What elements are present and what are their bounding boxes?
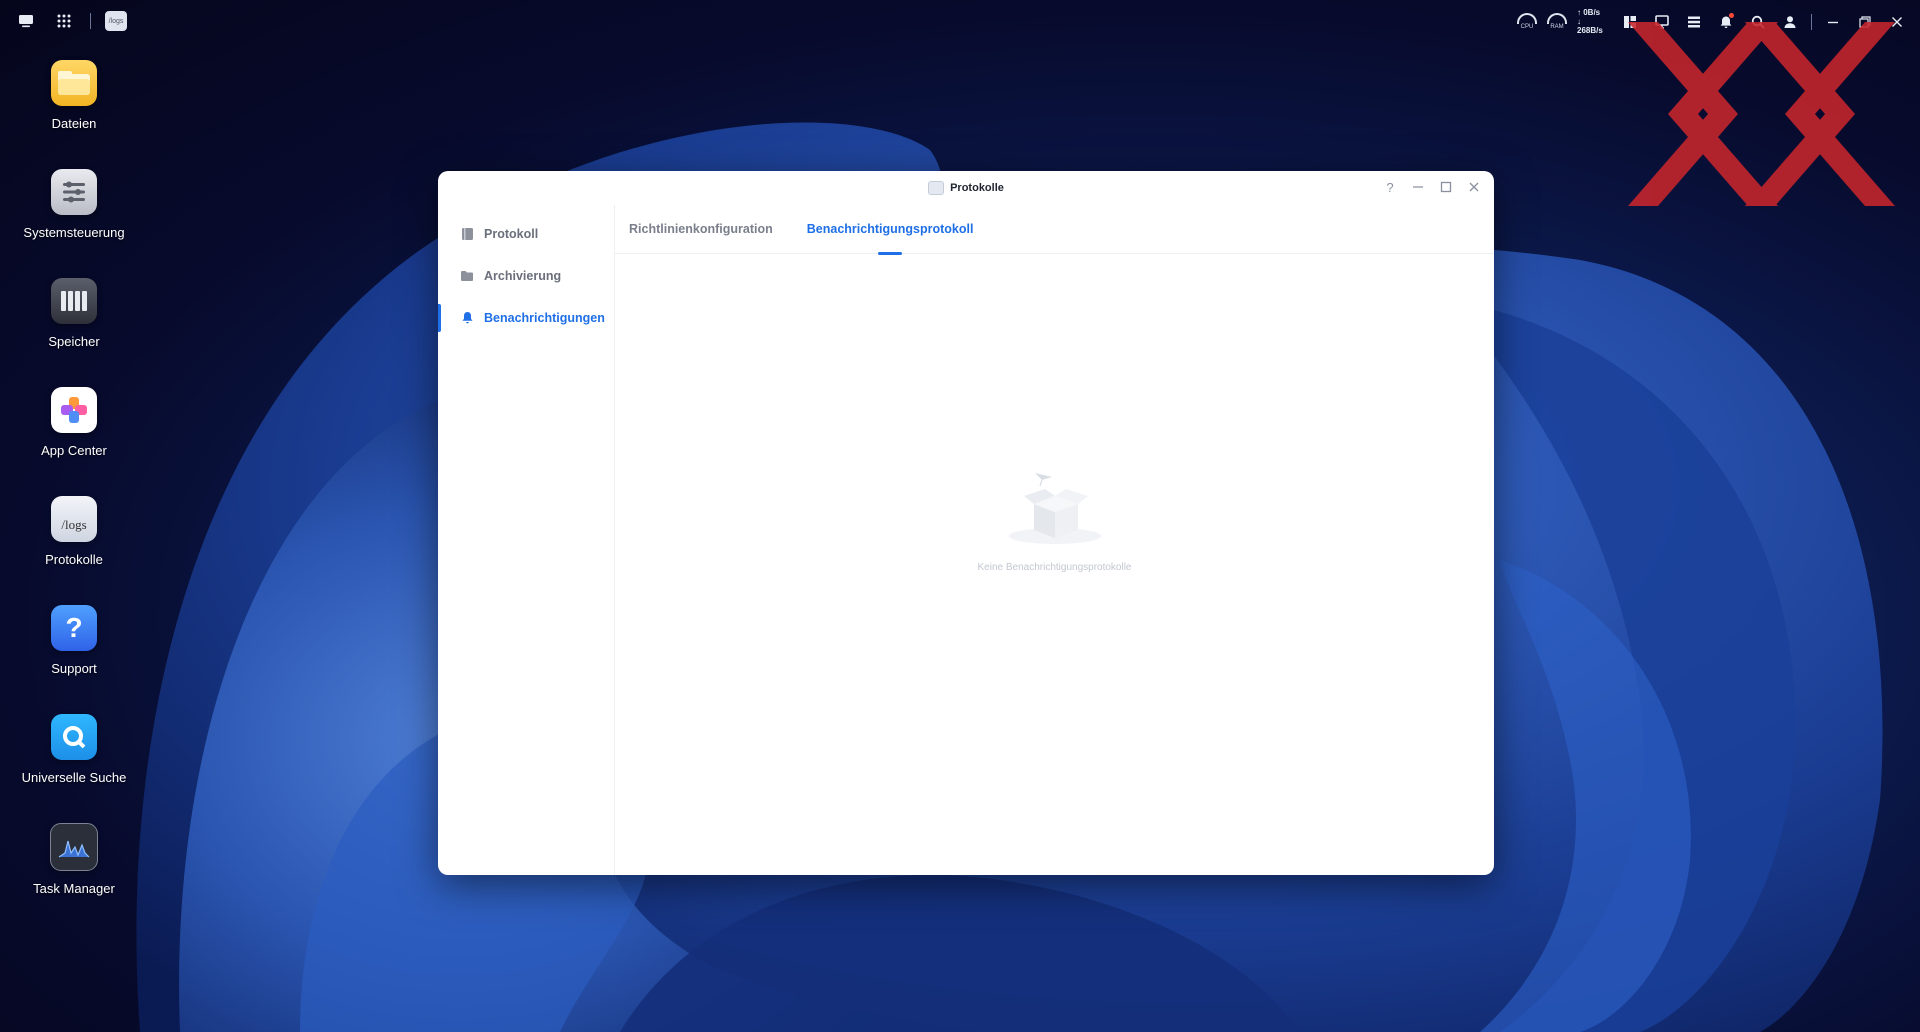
desktop-icon-label: App Center [41, 443, 107, 458]
support-icon-glyph: ? [65, 612, 83, 643]
desktop-icon-label: Task Manager [33, 881, 115, 896]
notification-dot [1729, 12, 1734, 18]
taskbar-app-logs[interactable]: /logs [105, 11, 127, 31]
taskbar-app-label: /logs [108, 17, 124, 25]
tab-benachrichtigungsprotokoll[interactable]: Benachrichtigungsprotokoll [807, 212, 973, 255]
cpu-gauge-ring [1517, 13, 1537, 24]
bell-icon [460, 311, 474, 325]
desktop-icon-systemsteuerung[interactable]: Systemsteuerung [10, 167, 138, 276]
desktop-icon-support[interactable]: ? Support [10, 603, 138, 712]
logs-icon: /logs [51, 496, 97, 542]
storage-icon [51, 278, 97, 324]
protokolle-window: Protokolle ? Protokoll Archivierung Bena… [438, 171, 1494, 875]
tab-bar: Richtlinienkonfiguration Benachrichtigun… [615, 205, 1494, 255]
cpu-gauge-label: CPU [1520, 24, 1534, 30]
desktop-icon-label: Support [51, 661, 97, 676]
network-speed[interactable]: ↑ 0B/s ↓ 268B/s [1577, 8, 1609, 35]
minimize-icon [1413, 186, 1423, 188]
empty-state-text: Keine Benachrichtigungsprotokolle [977, 562, 1132, 573]
support-icon: ? [51, 605, 97, 651]
desktop-icon-label: Systemsteuerung [23, 225, 125, 240]
desktop-icon-app-center[interactable]: App Center [10, 385, 138, 494]
sidebar-item-benachrichtigungen[interactable]: Benachrichtigungen [438, 297, 614, 339]
maximize-icon [1440, 181, 1452, 193]
desktop-icon-label: Dateien [51, 116, 97, 131]
desktop-icon-label: Universelle Suche [21, 770, 127, 785]
folder-icon [51, 60, 97, 106]
logs-icon-text: /logs [61, 517, 87, 532]
window-controls: ? [1382, 179, 1482, 195]
desktop-icon-task-manager[interactable]: Task Manager [10, 821, 138, 930]
window-sidebar: Protokoll Archivierung Benachrichtigunge… [438, 205, 615, 875]
desktop-icon-speicher[interactable]: Speicher [10, 276, 138, 385]
window-app-icon [928, 181, 945, 195]
sidebar-item-archivierung[interactable]: Archivierung [438, 255, 614, 297]
desktop-icon-universelle-suche[interactable]: Universelle Suche [10, 712, 138, 821]
sidebar-item-label: Archivierung [484, 269, 562, 283]
ram-gauge-ring [1547, 13, 1567, 24]
app-menu-grid-icon[interactable] [52, 10, 76, 32]
control-panel-icon [51, 169, 97, 215]
empty-state: Keine Benachrichtigungsprotokolle [615, 470, 1494, 573]
tab-richtlinienkonfiguration[interactable]: Richtlinienkonfiguration [629, 212, 773, 246]
desktop-icon-label: Speicher [48, 334, 100, 349]
ram-gauge[interactable]: RAM [1547, 13, 1567, 30]
close-window-button[interactable] [1466, 179, 1482, 195]
network-download: ↓ 268B/s [1577, 17, 1603, 35]
show-desktop-icon[interactable] [14, 10, 38, 32]
window-titlebar[interactable]: Protokolle ? [438, 171, 1494, 205]
taskbar-separator [90, 13, 91, 29]
sidebar-item-protokoll[interactable]: Protokoll [438, 213, 614, 255]
sidebar-item-label: Protokoll [484, 227, 539, 241]
desktop-icons: Dateien Systemsteuerung Speicher App Cen… [10, 58, 138, 930]
sidebar-item-label: Benachrichtigungen [484, 311, 605, 325]
task-manager-icon [50, 823, 98, 871]
maximize-button[interactable] [1438, 179, 1454, 195]
desktop-icon-protokolle[interactable]: /logs Protokolle [10, 494, 138, 603]
window-title-text: Protokolle [950, 182, 1004, 194]
desktop-icon-label: Protokolle [45, 552, 103, 567]
ram-gauge-label: RAM [1550, 24, 1564, 30]
app-center-icon [51, 387, 97, 433]
log-book-icon [460, 227, 474, 241]
minimize-button[interactable] [1410, 179, 1426, 195]
network-upload: ↑ 0B/s [1577, 8, 1601, 17]
watermark-logo [1628, 22, 1895, 206]
help-button[interactable]: ? [1382, 179, 1398, 195]
close-icon [1469, 182, 1479, 192]
empty-box-icon [1008, 473, 1101, 544]
folder-icon [460, 269, 474, 283]
cpu-gauge[interactable]: CPU [1517, 13, 1537, 30]
window-main: Richtlinienkonfiguration Benachrichtigun… [615, 205, 1494, 875]
window-title: Protokolle [928, 181, 1004, 195]
desktop-icon-dateien[interactable]: Dateien [10, 58, 138, 167]
search-app-icon [51, 714, 97, 760]
